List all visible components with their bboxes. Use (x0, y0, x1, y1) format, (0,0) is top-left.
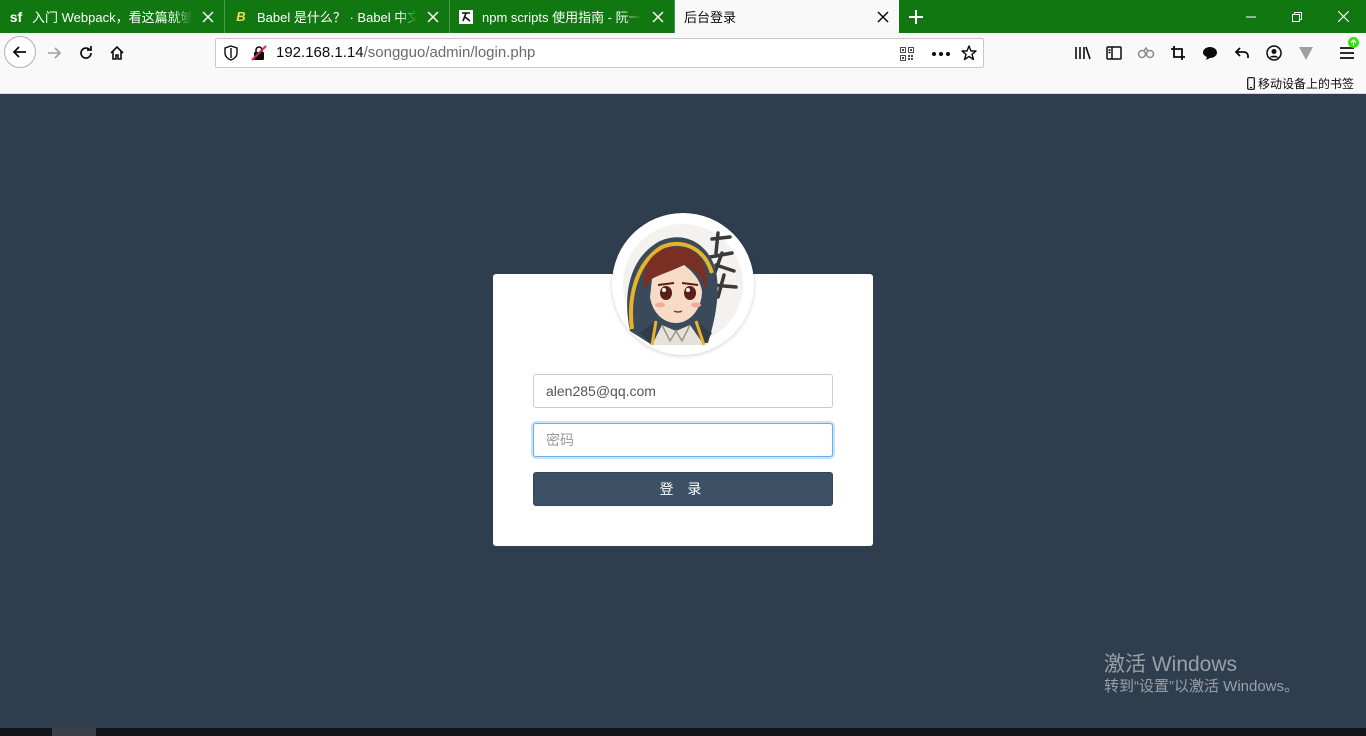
close-tab-icon[interactable] (875, 9, 891, 25)
back-arrow-icon (12, 46, 26, 58)
mobile-device-icon (1247, 76, 1255, 90)
reload-icon (80, 46, 92, 59)
tab-title: 后台登录 (684, 10, 737, 25)
new-tab-button[interactable] (903, 0, 929, 33)
restore-button[interactable] (1274, 0, 1320, 33)
close-tab-icon[interactable] (200, 9, 216, 25)
tab-title: Babel 是什么？ · Babel 中文网 (257, 10, 417, 25)
page-actions-icon[interactable] (930, 45, 952, 63)
update-badge-icon (1348, 37, 1359, 48)
tab-title: npm scripts 使用指南 - 阮一峰 (482, 10, 642, 25)
menu-button[interactable] (1336, 37, 1359, 65)
cloud-extension-icon (1137, 46, 1155, 59)
sf-logo-icon: sf (9, 8, 23, 25)
sidebar-button[interactable] (1103, 41, 1125, 65)
ruanyifeng-logo-icon (458, 9, 474, 25)
close-icon (1337, 11, 1349, 22)
extension-button[interactable] (1135, 41, 1157, 65)
chat-bubble-icon (1203, 47, 1217, 60)
sidebar-icon (1106, 46, 1122, 60)
forward-button[interactable] (42, 41, 66, 65)
tracking-protection-icon[interactable] (222, 44, 240, 62)
close-window-button[interactable] (1320, 0, 1366, 33)
mobile-bookmarks-folder[interactable]: 移动设备上的书签 (1247, 73, 1354, 93)
account-icon (1266, 45, 1282, 61)
tab-babel[interactable]: B Babel 是什么？ · Babel 中文网 (225, 0, 450, 33)
insecure-lock-icon[interactable] (250, 44, 268, 62)
email-field[interactable] (533, 374, 833, 408)
tab-strip: sf 入门 Webpack，看这篇就够了 B Babel 是什么？ · Babe… (0, 0, 1366, 33)
close-tab-icon[interactable] (650, 9, 666, 25)
user-avatar (612, 213, 754, 355)
undo-arrow-icon (1234, 47, 1249, 58)
library-button[interactable] (1072, 41, 1094, 65)
account-button[interactable] (1263, 41, 1285, 65)
v-shield-icon (1299, 47, 1313, 60)
tab-webpack[interactable]: sf 入门 Webpack，看这篇就够了 (0, 0, 225, 33)
chat-button[interactable] (1199, 41, 1221, 65)
reload-button[interactable] (74, 41, 98, 65)
bookmarks-toolbar: 移动设备上的书签 (0, 73, 1366, 94)
url-text[interactable]: 192.168.1.14/songguo/admin/login.php (276, 39, 535, 67)
library-icon (1075, 46, 1091, 60)
url-host: 192.168.1.14 (276, 44, 364, 61)
minimize-button[interactable] (1228, 0, 1274, 33)
url-path: /songguo/admin/login.php (363, 44, 536, 61)
home-icon (110, 45, 124, 60)
tab-npm-scripts[interactable]: npm scripts 使用指南 - 阮一峰 (450, 0, 675, 33)
restore-icon (1292, 11, 1302, 22)
password-field[interactable] (533, 423, 833, 457)
activate-windows-subtitle: 转到“设置”以激活 Windows。 (1104, 678, 1300, 695)
hamburger-menu-icon (1340, 47, 1354, 59)
tab-admin-login[interactable]: 后台登录 (675, 0, 899, 33)
minimize-icon (1246, 16, 1256, 17)
tab-title: 入门 Webpack，看这篇就够了 (32, 10, 192, 25)
vpn-extension-button[interactable] (1295, 41, 1317, 65)
url-bar[interactable]: 192.168.1.14/songguo/admin/login.php (215, 38, 984, 68)
forward-arrow-icon (48, 47, 62, 59)
anime-avatar-illustration (623, 224, 743, 346)
activate-windows-title: 激活 Windows (1104, 653, 1238, 676)
close-tab-icon[interactable] (425, 9, 441, 25)
qr-code-icon[interactable] (898, 45, 916, 63)
login-button[interactable]: 登 录 (533, 472, 833, 506)
crop-icon (1171, 46, 1185, 60)
windows-taskbar (0, 728, 1366, 736)
bookmark-star-icon[interactable] (960, 44, 978, 62)
taskbar-app-button[interactable] (52, 728, 96, 736)
plus-icon (909, 9, 923, 24)
home-button[interactable] (105, 41, 129, 65)
screenshot-button[interactable] (1167, 41, 1189, 65)
back-button[interactable] (4, 36, 36, 68)
mobile-bookmarks-label: 移动设备上的书签 (1257, 76, 1354, 91)
undo-button[interactable] (1231, 41, 1253, 65)
babel-logo-icon: B (236, 9, 246, 24)
